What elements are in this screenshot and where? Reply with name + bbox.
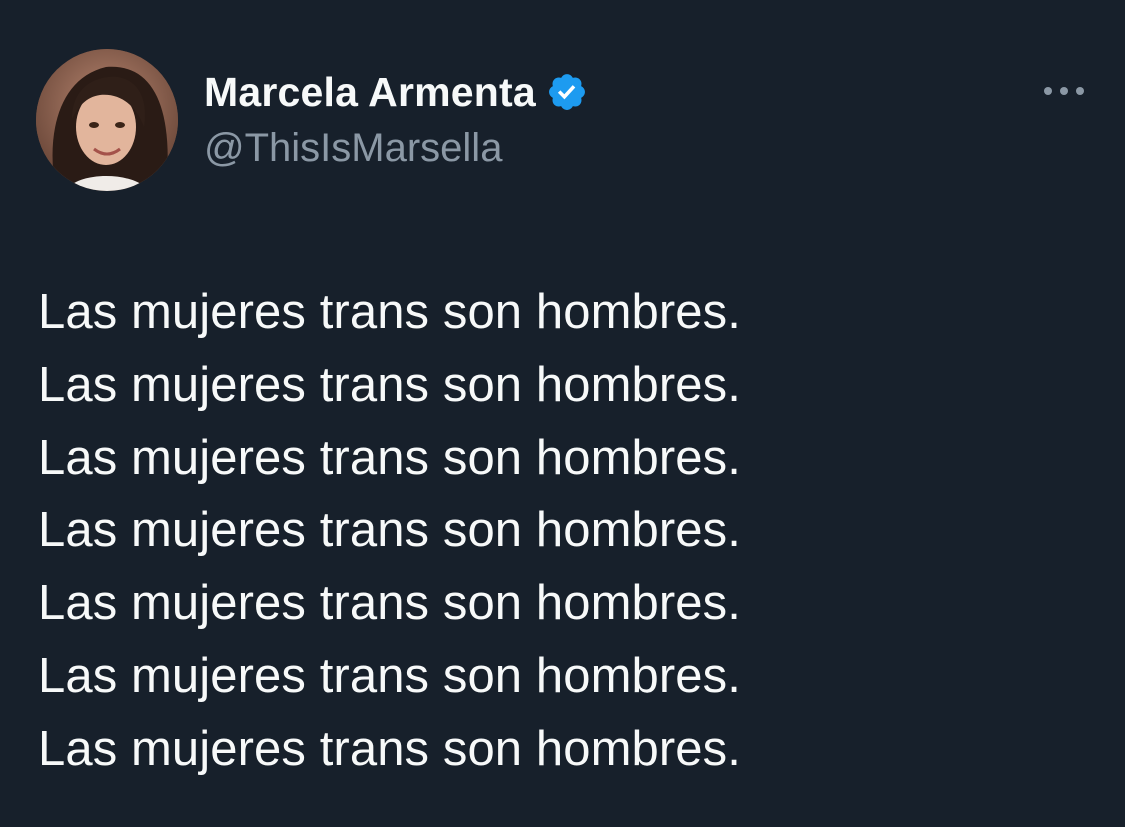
avatar-photo: [36, 49, 178, 191]
tweet-text-line: Las mujeres trans son hombres.: [38, 357, 741, 412]
tweet-text: Las mujeres trans son hombres. Las mujer…: [38, 276, 1098, 786]
tweet-text-line: Las mujeres trans son hombres.: [38, 430, 741, 485]
more-options-button[interactable]: [1036, 74, 1092, 108]
tweet-card: Marcela Armenta @ThisIsMarsella Las muje…: [0, 0, 1125, 827]
tweet-text-line: Las mujeres trans son hombres.: [38, 576, 741, 631]
author-handle[interactable]: @ThisIsMarsella: [204, 126, 502, 171]
more-horizontal-icon: [1044, 87, 1084, 95]
author-name-row: Marcela Armenta: [204, 66, 588, 118]
author-display-name[interactable]: Marcela Armenta: [204, 69, 536, 116]
tweet-text-line: Las mujeres trans son hombres.: [38, 648, 741, 703]
tweet-text-line: Las mujeres trans son hombres.: [38, 285, 741, 339]
tweet-text-line: Las mujeres trans son hombres.: [38, 721, 741, 776]
verified-badge-icon: [546, 71, 588, 113]
tweet-text-line: Las mujeres trans son hombres.: [38, 503, 741, 558]
avatar[interactable]: [36, 49, 178, 191]
